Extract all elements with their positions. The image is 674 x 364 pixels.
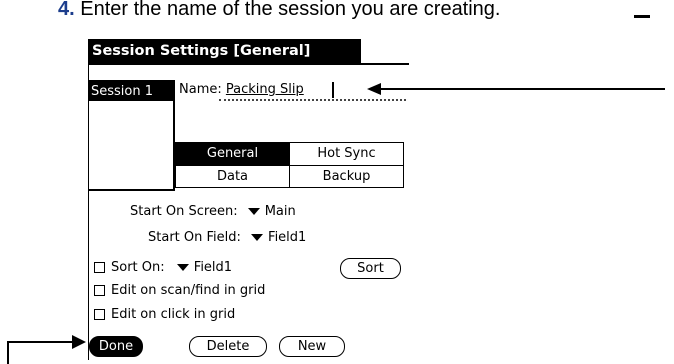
sort-on-label: Sort On:: [111, 260, 165, 275]
edit-on-scan-checkbox[interactable]: [94, 285, 105, 296]
name-label: Name:: [179, 82, 222, 97]
callout-arrow-line: [379, 88, 665, 90]
edit-on-click-checkbox[interactable]: [94, 309, 105, 320]
delete-button[interactable]: Delete: [189, 336, 267, 357]
edit-on-scan-label: Edit on scan/find in grid: [111, 283, 266, 298]
sort-on-checkbox[interactable]: [94, 262, 105, 273]
callout-arrow-line: [7, 341, 9, 364]
step-text: Enter the name of the session you are cr…: [74, 0, 501, 20]
tab-data[interactable]: Data: [176, 165, 289, 187]
tab-general[interactable]: General: [176, 143, 289, 165]
session-list-item[interactable]: Session 1: [89, 82, 173, 101]
sort-on-row: Sort On: Field1: [94, 259, 232, 277]
edit-on-click-label: Edit on click in grid: [111, 307, 236, 322]
start-on-field-label: Start On Field:: [148, 230, 241, 245]
arrow-left-icon: [367, 83, 381, 95]
dropdown-arrow-icon: [176, 264, 189, 271]
option-row: Edit on scan/find in grid: [94, 282, 265, 300]
settings-tabs: General Hot Sync Data Backup: [175, 142, 404, 188]
tab-hot-sync[interactable]: Hot Sync: [289, 143, 403, 165]
sort-button[interactable]: Sort: [340, 258, 401, 279]
sort-on-select[interactable]: Field1: [176, 260, 232, 275]
dropdown-arrow-icon: [251, 234, 264, 241]
name-input[interactable]: Packing Slip: [226, 82, 304, 97]
dialog-title: Session Settings [General]: [89, 39, 361, 63]
arrow-right-icon: [72, 335, 86, 349]
step-number: 4.: [58, 0, 75, 20]
text-caret: [332, 82, 334, 98]
start-on-field-select[interactable]: Field1: [251, 230, 306, 245]
callout-arrow-line: [7, 341, 75, 343]
instruction-text: 4. Enter the name of the session you are…: [58, 0, 650, 22]
session-list[interactable]: Session 1: [89, 80, 175, 191]
start-on-field-row: Start On Field: Field1: [148, 229, 306, 247]
session-settings-dialog: Session Settings [General] Session 1 Nam…: [88, 39, 409, 360]
tab-backup[interactable]: Backup: [289, 165, 403, 187]
start-on-screen-select[interactable]: Main: [247, 204, 296, 219]
option-row: Edit on click in grid: [94, 306, 235, 324]
title-divider: [89, 63, 409, 65]
start-on-screen-row: Start On Screen: Main: [130, 203, 296, 221]
dropdown-arrow-icon: [247, 208, 260, 215]
done-button[interactable]: Done: [89, 336, 143, 357]
name-field-underline: [219, 99, 406, 101]
cursor-mark: [634, 15, 650, 18]
new-button[interactable]: New: [279, 336, 345, 357]
name-row: Name: Packing Slip: [179, 80, 304, 99]
start-on-screen-label: Start On Screen:: [130, 204, 238, 219]
